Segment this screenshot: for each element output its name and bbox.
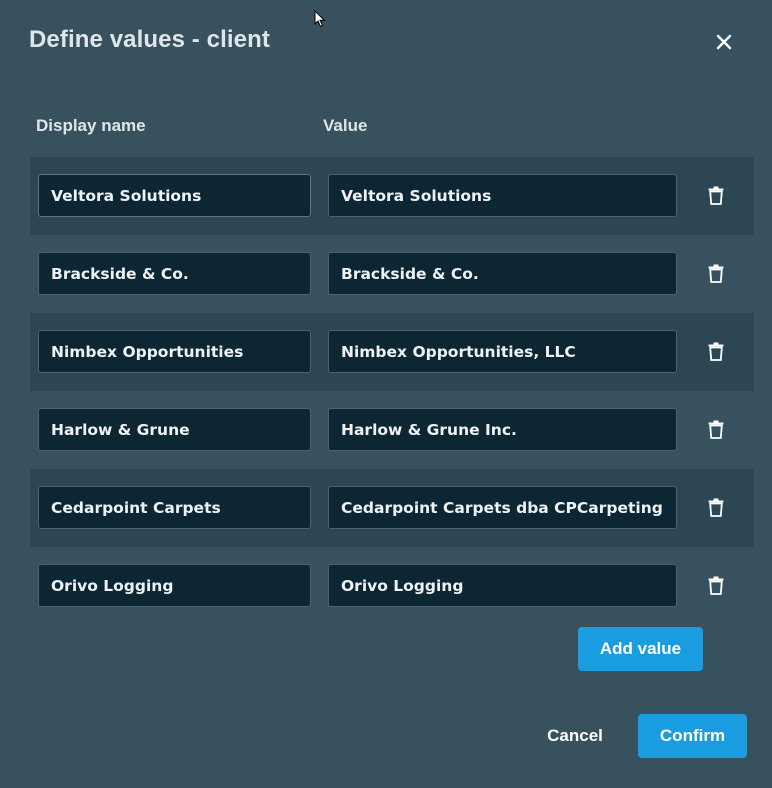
display-name-input[interactable]: Cedarpoint Carpets	[38, 486, 311, 529]
close-icon	[716, 34, 732, 50]
value-input[interactable]: Brackside & Co.	[328, 252, 677, 295]
trash-icon	[708, 498, 724, 517]
value-row: Brackside & Co. Brackside & Co.	[30, 235, 754, 313]
column-header-display-name: Display name	[36, 116, 146, 135]
dialog-title: Define values - client	[29, 26, 270, 53]
display-name-input[interactable]: Nimbex Opportunities	[38, 330, 311, 373]
display-name-input[interactable]: Harlow & Grune	[38, 408, 311, 451]
display-name-input[interactable]: Brackside & Co.	[38, 252, 311, 295]
delete-row-button[interactable]	[706, 184, 726, 206]
value-input[interactable]: Orivo Logging	[328, 564, 677, 607]
value-input[interactable]: Nimbex Opportunities, LLC	[328, 330, 677, 373]
delete-row-button[interactable]	[706, 496, 726, 518]
value-row: Harlow & Grune Harlow & Grune Inc.	[30, 391, 754, 469]
column-header-value: Value	[323, 116, 368, 135]
values-list: Veltora Solutions Veltora Solutions Brac…	[30, 157, 754, 625]
value-row: Cedarpoint Carpets Cedarpoint Carpets db…	[30, 469, 754, 547]
close-button[interactable]	[709, 27, 739, 57]
confirm-button[interactable]: Confirm	[638, 714, 747, 758]
value-input[interactable]: Harlow & Grune Inc.	[328, 408, 677, 451]
mouse-pointer-icon	[314, 10, 326, 28]
delete-row-button[interactable]	[706, 418, 726, 440]
define-values-dialog: Define values - client Display name Valu…	[0, 0, 772, 788]
value-input[interactable]: Cedarpoint Carpets dba CPCarpeting	[328, 486, 677, 529]
display-name-input[interactable]: Veltora Solutions	[38, 174, 311, 217]
trash-icon	[708, 342, 724, 361]
value-input[interactable]: Veltora Solutions	[328, 174, 677, 217]
trash-icon	[708, 264, 724, 283]
value-row: Veltora Solutions Veltora Solutions	[30, 157, 754, 235]
trash-icon	[708, 420, 724, 439]
delete-row-button[interactable]	[706, 574, 726, 596]
add-value-button[interactable]: Add value	[578, 627, 703, 671]
cancel-button[interactable]: Cancel	[530, 714, 620, 758]
value-row: Orivo Logging Orivo Logging	[30, 547, 754, 625]
trash-icon	[708, 576, 724, 595]
delete-row-button[interactable]	[706, 262, 726, 284]
value-row: Nimbex Opportunities Nimbex Opportunitie…	[30, 313, 754, 391]
trash-icon	[708, 186, 724, 205]
delete-row-button[interactable]	[706, 340, 726, 362]
display-name-input[interactable]: Orivo Logging	[38, 564, 311, 607]
